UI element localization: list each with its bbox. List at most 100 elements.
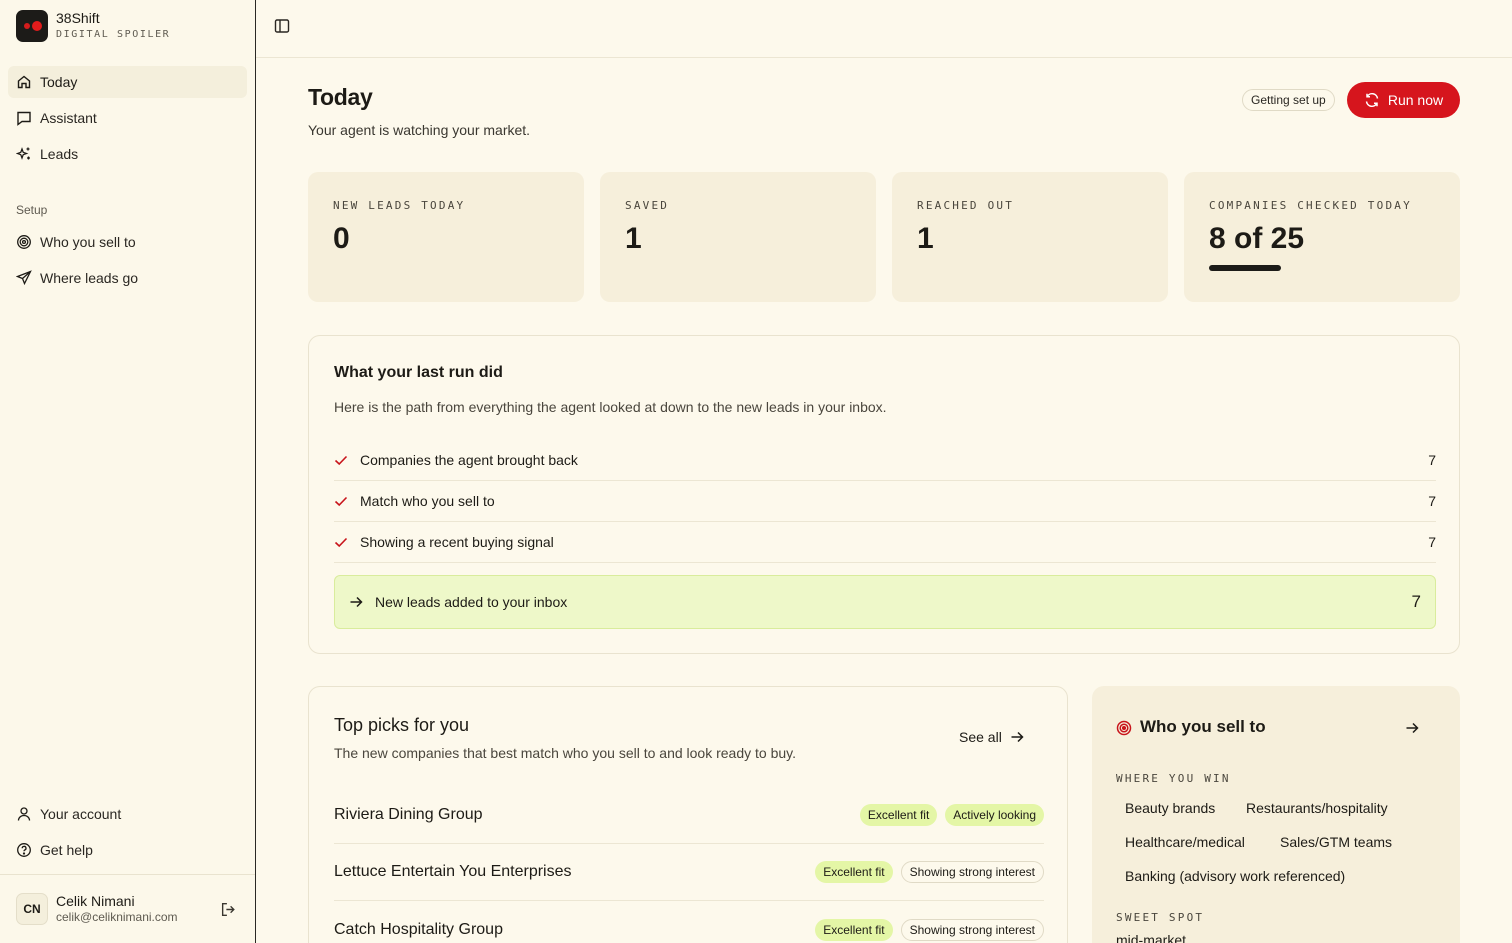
company-name: Lettuce Entertain You Enterprises [334, 863, 572, 880]
nav-item-who-you-sell-to[interactable]: Who you sell to [8, 226, 247, 258]
stat-value: 1 [625, 222, 642, 255]
refresh-icon [1365, 93, 1379, 107]
check-icon [334, 537, 348, 548]
see-all-label: See all [959, 729, 1002, 745]
sweet-spot-value: mid-market [1116, 932, 1187, 943]
nav-label: Who you sell to [40, 234, 136, 250]
brand[interactable]: 38Shift DIGITAL SPOILER [16, 10, 170, 42]
help-icon [17, 843, 31, 857]
run-step-value: 7 [1428, 534, 1436, 550]
stat-label: REACHED OUT [917, 199, 1015, 212]
nav-item-today[interactable]: Today [8, 66, 247, 98]
brand-logo-icon [16, 10, 48, 42]
check-icon [334, 455, 348, 466]
last-run-card: What your last run did Here is the path … [308, 335, 1460, 654]
topbar [256, 0, 1512, 58]
icp-chip: Sales/GTM teams [1280, 834, 1393, 850]
brand-name: 38Shift [56, 10, 100, 26]
user-name: Celik Nimani [56, 893, 135, 909]
nav-item-your-account[interactable]: Your account [8, 798, 247, 830]
stat-label: COMPANIES CHECKED TODAY [1209, 199, 1412, 212]
home-icon [17, 75, 31, 89]
target-icon [1116, 720, 1132, 736]
stat-new-leads-today: NEW LEADS TODAY 0 [308, 172, 584, 302]
company-name: Catch Hospitality Group [334, 920, 503, 938]
nav-label: Assistant [40, 110, 97, 126]
nav-item-leads[interactable]: Leads [8, 138, 247, 170]
stat-label: NEW LEADS TODAY [333, 199, 466, 212]
nav-label: Leads [40, 146, 79, 162]
final-value: 7 [1411, 592, 1421, 611]
setup-nav: Who you sell to Where leads go [8, 226, 247, 298]
arrow-right-icon [1011, 731, 1024, 743]
icp-chip: Beauty brands [1125, 800, 1216, 816]
fit-badge: Excellent fit [859, 804, 938, 826]
nav-item-get-help[interactable]: Get help [8, 834, 247, 866]
new-leads-added-row[interactable]: New leads added to your inbox 7 [334, 575, 1436, 629]
nav-label: Today [40, 74, 78, 90]
stat-reached-out: REACHED OUT 1 [892, 172, 1168, 302]
run-step-value: 7 [1428, 493, 1436, 509]
stat-value: 8 of 25 [1209, 222, 1305, 255]
stat-label: SAVED [625, 199, 670, 212]
run-step-row: Match who you sell to 7 [334, 481, 1436, 522]
sweet-spot-label: SWEET SPOT [1116, 911, 1205, 924]
fit-badge: Excellent fit [815, 918, 893, 941]
nav-label: Your account [40, 806, 122, 822]
user-block: CN Celik Nimani celik@celiknimani.com [0, 874, 255, 943]
final-label: New leads added to your inbox [375, 594, 568, 610]
run-step-row: Companies the agent brought back 7 [334, 440, 1436, 481]
brand-subtitle: DIGITAL SPOILER [56, 29, 171, 40]
getting-set-up-badge[interactable]: Getting set up [1242, 89, 1335, 111]
pick-row[interactable]: Riviera Dining Group Excellent fit Activ… [334, 787, 1044, 844]
pick-row[interactable]: Catch Hospitality Group Excellent fit Sh… [334, 901, 1044, 943]
card-title: Who you sell to [1140, 717, 1266, 736]
run-step-label: Companies the agent brought back [360, 452, 578, 468]
nav-label: Where leads go [40, 270, 139, 286]
nav-section-setup: Setup [16, 203, 48, 217]
card-subtitle: Here is the path from everything the age… [334, 399, 887, 415]
sidebar-toggle-icon[interactable] [273, 17, 291, 35]
target-icon [17, 235, 31, 249]
run-step-row: Showing a recent buying signal 7 [334, 522, 1436, 563]
run-step-label: Showing a recent buying signal [360, 534, 554, 550]
company-name: Riviera Dining Group [334, 806, 483, 823]
stat-companies-checked-today: COMPANIES CHECKED TODAY 8 of 25 [1184, 172, 1460, 302]
icp-chip: Healthcare/medical [1125, 834, 1245, 850]
arrow-right-icon[interactable] [1405, 721, 1419, 735]
nav-item-assistant[interactable]: Assistant [8, 102, 247, 134]
icp-chip: Restaurants/hospitality [1246, 800, 1388, 816]
interest-badge: Showing strong interest [900, 918, 1044, 941]
top-picks-card: Top picks for you The new companies that… [308, 686, 1068, 943]
check-icon [334, 496, 348, 507]
nav-label: Get help [40, 842, 93, 858]
interest-badge: Actively looking [945, 804, 1044, 826]
arrow-right-icon [350, 596, 363, 608]
page-subtitle: Your agent is watching your market. [308, 122, 531, 138]
card-subtitle: The new companies that best match who yo… [334, 745, 796, 761]
send-icon [16, 270, 32, 286]
card-title: Top picks for you [334, 715, 470, 735]
avatar[interactable]: CN [16, 893, 48, 925]
stat-value: 1 [917, 222, 934, 255]
stat-saved: SAVED 1 [600, 172, 876, 302]
nav-item-where-leads-go[interactable]: Where leads go [8, 262, 247, 294]
user-icon [17, 807, 31, 821]
run-now-label: Run now [1387, 92, 1444, 108]
run-now-button[interactable]: Run now [1347, 82, 1460, 118]
progress-bar [1209, 265, 1281, 271]
pick-row[interactable]: Lettuce Entertain You Enterprises Excell… [334, 844, 1044, 901]
who-you-sell-to-card[interactable]: Who you sell to WHERE YOU WIN Beauty bra… [1092, 686, 1460, 943]
page-title: Today [308, 84, 373, 110]
primary-nav: Today Assistant Leads [8, 66, 247, 174]
interest-badge: Showing strong interest [900, 861, 1044, 883]
logout-icon[interactable] [220, 901, 237, 918]
fit-badge: Excellent fit [815, 861, 893, 883]
stat-value: 0 [333, 222, 350, 255]
bottom-nav: Your account Get help [8, 798, 247, 870]
card-title: What your last run did [334, 364, 503, 381]
icp-chip: Banking (advisory work referenced) [1125, 868, 1346, 884]
user-email: celik@celiknimani.com [56, 910, 178, 924]
where-you-win-label: WHERE YOU WIN [1116, 772, 1231, 785]
see-all-link[interactable]: See all [959, 729, 1024, 745]
